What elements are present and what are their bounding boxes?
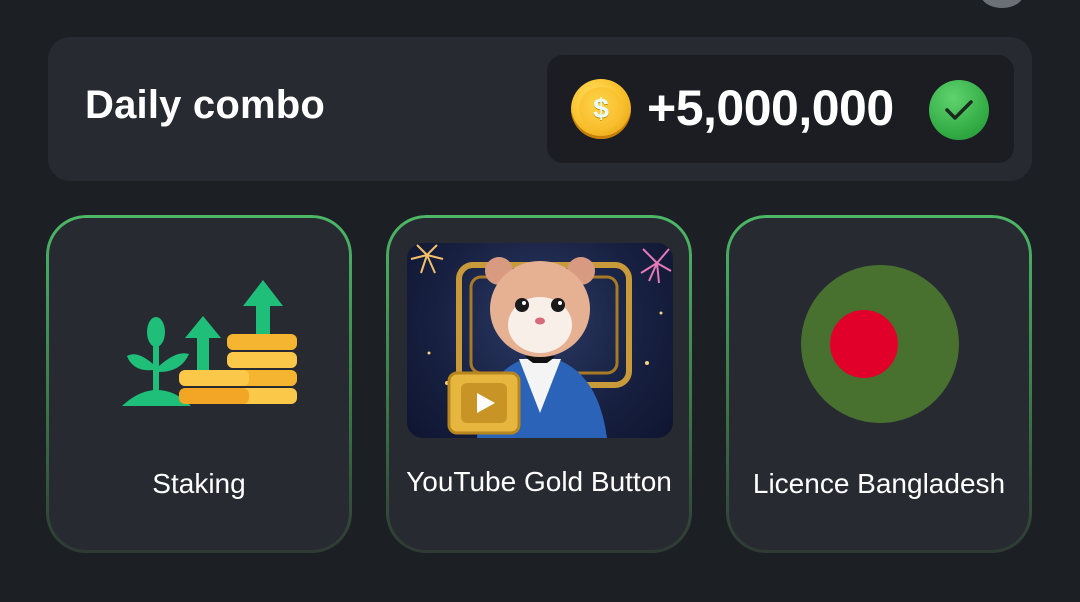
bangladesh-flag-icon <box>801 265 959 423</box>
hamster-gold-play-button-image <box>407 243 673 438</box>
reward-pill: $ +5,000,000 <box>547 55 1014 163</box>
coin-icon: $ <box>571 79 631 139</box>
daily-combo-screen: Daily combo $ +5,000,000 Staking YouTube… <box>0 0 1080 602</box>
combo-card-youtube-gold-button[interactable]: YouTube Gold Button <box>386 215 692 553</box>
card-label-youtube-gold-button: YouTube Gold Button <box>406 466 672 497</box>
flag-red-disc <box>830 310 898 378</box>
daily-combo-title: Daily combo <box>85 83 326 127</box>
staking-growth-icon <box>122 280 297 406</box>
reward-amount: +5,000,000 <box>647 80 894 136</box>
combo-card-staking[interactable]: Staking <box>46 215 352 553</box>
profile-avatar[interactable] <box>980 0 1024 8</box>
coin-symbol: $ <box>579 87 623 131</box>
combo-card-licence-bangladesh[interactable]: Licence Bangladesh <box>726 215 1032 553</box>
daily-combo-bar: Daily combo $ +5,000,000 <box>48 37 1032 181</box>
checkmark-icon <box>929 80 989 140</box>
card-label-staking: Staking <box>152 468 246 499</box>
card-label-licence-bangladesh: Licence Bangladesh <box>752 468 1006 499</box>
